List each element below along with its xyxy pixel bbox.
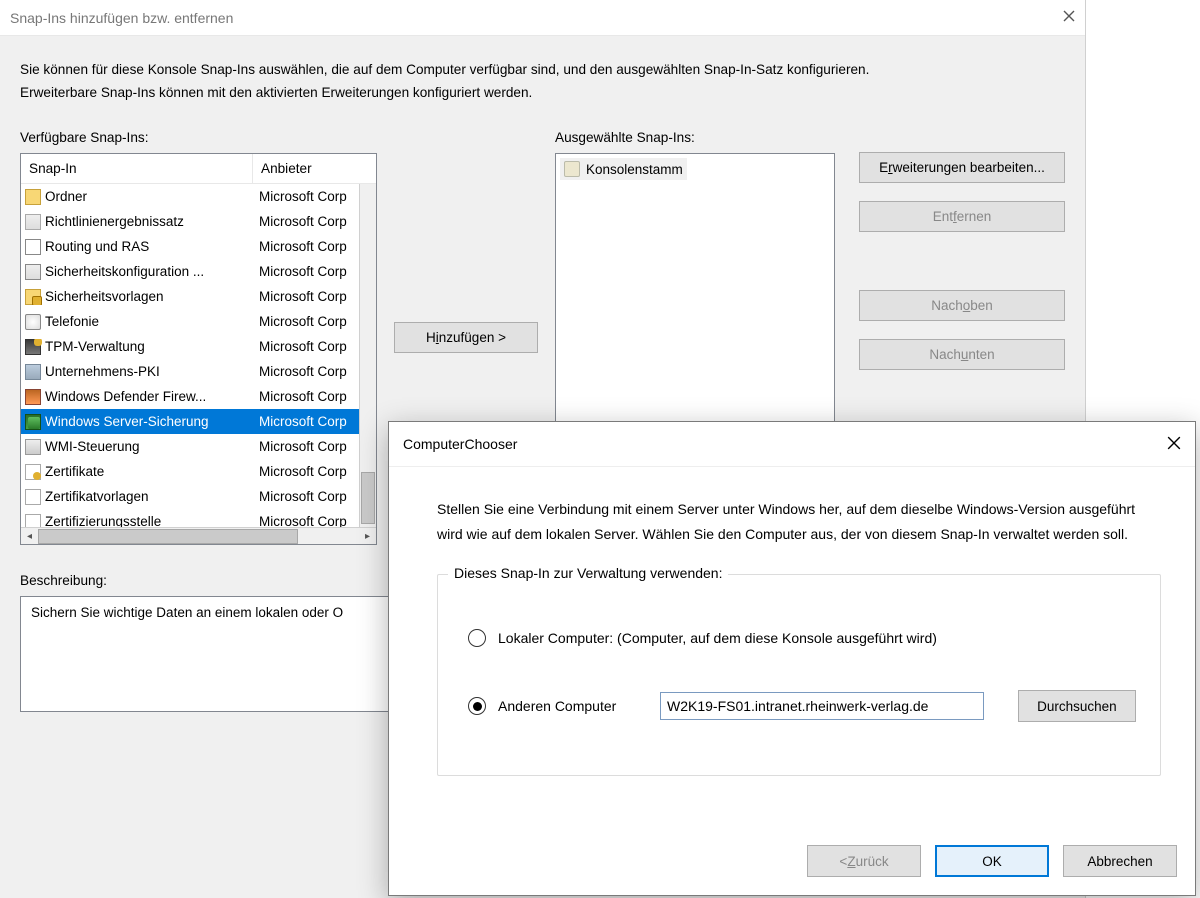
snapin-icon bbox=[25, 289, 41, 305]
tree-root-item[interactable]: Konsolenstamm bbox=[560, 158, 687, 180]
snapin-icon bbox=[25, 239, 41, 255]
close-icon[interactable] bbox=[1167, 436, 1181, 453]
snapin-icon bbox=[25, 364, 41, 380]
available-label: Verfügbare Snap-Ins: bbox=[20, 130, 377, 145]
scroll-thumb-h[interactable] bbox=[38, 529, 298, 544]
management-target-group: Dieses Snap-In zur Verwaltung verwenden:… bbox=[437, 574, 1161, 776]
snapin-name: TPM-Verwaltung bbox=[45, 339, 145, 354]
horizontal-scrollbar[interactable]: ◂ ▸ bbox=[21, 527, 376, 544]
snapin-name: Windows Defender Firew... bbox=[45, 389, 206, 404]
snapin-name: WMI-Steuerung bbox=[45, 439, 140, 454]
snapin-name: Zertifikatvorlagen bbox=[45, 489, 149, 504]
snapin-icon bbox=[25, 214, 41, 230]
computer-chooser-dialog: ComputerChooser Stellen Sie eine Verbind… bbox=[388, 421, 1196, 896]
chooser-intro: Stellen Sie eine Verbindung mit einem Se… bbox=[437, 497, 1161, 546]
snapin-name: Unternehmens-PKI bbox=[45, 364, 160, 379]
snapin-name: Ordner bbox=[45, 189, 87, 204]
chooser-titlebar: ComputerChooser bbox=[389, 422, 1195, 467]
intro-text: Sie können für diese Konsole Snap-Ins au… bbox=[20, 58, 1065, 104]
snapin-vendor: Microsoft Corp bbox=[255, 239, 359, 254]
snapin-icon bbox=[25, 514, 41, 528]
snapin-vendor: Microsoft Corp bbox=[255, 339, 359, 354]
remove-button[interactable]: Entfernen bbox=[859, 201, 1065, 232]
snapin-icon bbox=[25, 189, 41, 205]
cancel-button[interactable]: Abbrechen bbox=[1063, 845, 1177, 877]
snapin-icon bbox=[25, 414, 41, 430]
back-button[interactable]: < Zurück bbox=[807, 845, 921, 877]
tree-root-label: Konsolenstamm bbox=[586, 162, 683, 177]
list-item[interactable]: Sicherheitsvorlagen Microsoft Corp bbox=[21, 284, 359, 309]
list-item[interactable]: Ordner Microsoft Corp bbox=[21, 184, 359, 209]
list-item[interactable]: Routing und RAS Microsoft Corp bbox=[21, 234, 359, 259]
move-up-button[interactable]: Nach oben bbox=[859, 290, 1065, 321]
snapin-vendor: Microsoft Corp bbox=[255, 439, 359, 454]
chevron-left-icon[interactable]: ◂ bbox=[21, 528, 38, 545]
snapin-icon bbox=[25, 264, 41, 280]
list-header: Snap-In Anbieter bbox=[21, 154, 376, 184]
radio-local-computer[interactable] bbox=[468, 629, 486, 647]
snapin-icon bbox=[25, 389, 41, 405]
snapin-icon bbox=[25, 464, 41, 480]
snapin-icon bbox=[25, 339, 41, 355]
list-item[interactable]: Windows Defender Firew... Microsoft Corp bbox=[21, 384, 359, 409]
radio-local-label: Lokaler Computer: (Computer, auf dem die… bbox=[498, 630, 937, 646]
snapin-vendor: Microsoft Corp bbox=[255, 389, 359, 404]
console-root-icon bbox=[564, 161, 580, 177]
chevron-right-icon[interactable]: ▸ bbox=[359, 528, 376, 545]
snapin-vendor: Microsoft Corp bbox=[255, 489, 359, 504]
list-item[interactable]: Windows Server-Sicherung Microsoft Corp bbox=[21, 409, 359, 434]
list-item[interactable]: Sicherheitskonfiguration ... Microsoft Co… bbox=[21, 259, 359, 284]
snapin-vendor: Microsoft Corp bbox=[255, 214, 359, 229]
edit-extensions-button[interactable]: Erweiterungen bearbeiten... bbox=[859, 152, 1065, 183]
snapin-name: Windows Server-Sicherung bbox=[45, 414, 209, 429]
add-button[interactable]: Hinzufügen > bbox=[394, 322, 538, 353]
snapin-vendor: Microsoft Corp bbox=[255, 514, 359, 527]
computer-name-input[interactable] bbox=[660, 692, 984, 720]
list-item[interactable]: WMI-Steuerung Microsoft Corp bbox=[21, 434, 359, 459]
ok-button[interactable]: OK bbox=[935, 845, 1049, 877]
radio-another-label: Anderen Computer bbox=[498, 698, 648, 714]
chooser-title: ComputerChooser bbox=[403, 436, 517, 452]
snapin-icon bbox=[25, 489, 41, 505]
snapin-vendor: Microsoft Corp bbox=[255, 264, 359, 279]
list-item[interactable]: Telefonie Microsoft Corp bbox=[21, 309, 359, 334]
list-item[interactable]: Richtlinienergebnissatz Microsoft Corp bbox=[21, 209, 359, 234]
snapins-title: Snap-Ins hinzufügen bzw. entfernen bbox=[10, 10, 233, 26]
vertical-scrollbar[interactable] bbox=[359, 184, 376, 527]
snapin-vendor: Microsoft Corp bbox=[255, 464, 359, 479]
snapin-vendor: Microsoft Corp bbox=[255, 289, 359, 304]
snapin-vendor: Microsoft Corp bbox=[255, 364, 359, 379]
available-snapins-list[interactable]: Snap-In Anbieter OrdnerMicrosoft CorpRic… bbox=[20, 153, 377, 545]
browse-button[interactable]: Durchsuchen bbox=[1018, 690, 1136, 722]
selected-label: Ausgewählte Snap-Ins: bbox=[555, 130, 835, 145]
list-item[interactable]: Unternehmens-PKI Microsoft Corp bbox=[21, 359, 359, 384]
snapin-name: Richtlinienergebnissatz bbox=[45, 214, 184, 229]
list-item[interactable]: Zertifikate Microsoft Corp bbox=[21, 459, 359, 484]
snapin-icon bbox=[25, 439, 41, 455]
list-item[interactable]: Zertifizierungsstelle Microsoft Corp bbox=[21, 509, 359, 527]
list-item[interactable]: TPM-Verwaltung Microsoft Corp bbox=[21, 334, 359, 359]
move-down-button[interactable]: Nach unten bbox=[859, 339, 1065, 370]
snapin-name: Zertifikate bbox=[45, 464, 104, 479]
snapin-icon bbox=[25, 314, 41, 330]
snapin-name: Telefonie bbox=[45, 314, 99, 329]
snapin-vendor: Microsoft Corp bbox=[255, 414, 359, 429]
snapin-name: Zertifizierungsstelle bbox=[45, 514, 161, 527]
snapins-titlebar: Snap-Ins hinzufügen bzw. entfernen bbox=[0, 0, 1085, 36]
snapin-name: Routing und RAS bbox=[45, 239, 149, 254]
snapin-name: Sicherheitskonfiguration ... bbox=[45, 264, 204, 279]
snapin-vendor: Microsoft Corp bbox=[255, 189, 359, 204]
col-snapin[interactable]: Snap-In bbox=[21, 154, 253, 183]
col-vendor[interactable]: Anbieter bbox=[253, 154, 376, 183]
radio-another-computer[interactable] bbox=[468, 697, 486, 715]
snapin-name: Sicherheitsvorlagen bbox=[45, 289, 164, 304]
snapin-vendor: Microsoft Corp bbox=[255, 314, 359, 329]
list-item[interactable]: Zertifikatvorlagen Microsoft Corp bbox=[21, 484, 359, 509]
scroll-thumb[interactable] bbox=[361, 472, 375, 524]
close-icon[interactable] bbox=[1063, 10, 1075, 25]
group-legend: Dieses Snap-In zur Verwaltung verwenden: bbox=[448, 565, 728, 581]
